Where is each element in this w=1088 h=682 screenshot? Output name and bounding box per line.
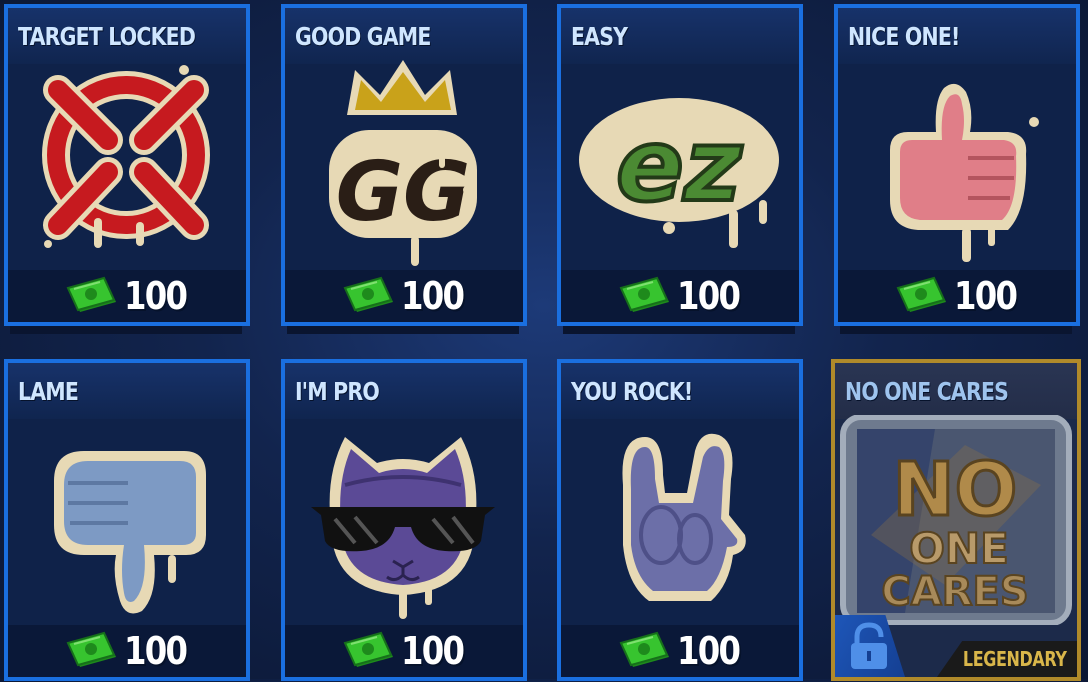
- price-label: 100: [124, 629, 188, 673]
- cool-cat-spray-icon: [285, 415, 523, 625]
- spray-card-lame[interactable]: LAME 100: [4, 359, 250, 681]
- cash-icon: [896, 276, 950, 316]
- price-bar: 100: [838, 270, 1076, 322]
- thumbs-up-spray-icon: [838, 60, 1076, 270]
- card-header: NO ONE CARES: [835, 363, 1077, 419]
- svg-text:ez: ez: [616, 107, 743, 224]
- spray-card-good-game[interactable]: GOOD GAME GG 100: [281, 4, 527, 326]
- svg-text:CARES: CARES: [881, 569, 1028, 615]
- gg-crown-spray-icon: GG: [285, 60, 523, 270]
- cash-icon: [619, 276, 673, 316]
- spray-card-target-locked[interactable]: TARGET LOCKED 100: [4, 4, 250, 326]
- price-bar: 100: [285, 625, 523, 677]
- no-one-cares-spray-icon: NO ONE CARES: [835, 415, 1077, 625]
- card-header: YOU ROCK!: [561, 363, 799, 419]
- spray-card-no-one-cares[interactable]: NO ONE CARES NO ONE CARES LEGENDARY: [831, 359, 1081, 681]
- spray-card-you-rock[interactable]: YOU ROCK! 100: [557, 359, 803, 681]
- price-label: 100: [677, 274, 741, 318]
- card-title: EASY: [571, 22, 628, 51]
- price-bar: 100: [285, 270, 523, 322]
- card-title: NICE ONE!: [848, 22, 960, 51]
- card-header: I'M PRO: [285, 363, 523, 419]
- price-bar: 100: [8, 270, 246, 322]
- price-label: 100: [954, 274, 1018, 318]
- card-header: LAME: [8, 363, 246, 419]
- spray-card-nice-one[interactable]: NICE ONE! 100: [834, 4, 1080, 326]
- rarity-label: LEGENDARY: [963, 647, 1067, 671]
- price-bar: 100: [561, 270, 799, 322]
- price-label: 100: [677, 629, 741, 673]
- cash-icon: [619, 631, 673, 671]
- card-title: YOU ROCK!: [571, 377, 693, 406]
- card-title: NO ONE CARES: [845, 377, 1009, 406]
- card-header: NICE ONE!: [838, 8, 1076, 64]
- card-header: GOOD GAME: [285, 8, 523, 64]
- card-title: LAME: [18, 377, 79, 406]
- svg-text:NO: NO: [893, 447, 1018, 533]
- cash-icon: [66, 276, 120, 316]
- rarity-badge: LEGENDARY: [937, 641, 1077, 677]
- price-bar: 100: [8, 625, 246, 677]
- price-label: 100: [401, 629, 465, 673]
- price-bar: 100: [561, 625, 799, 677]
- crosshair-spray-icon: [8, 60, 246, 270]
- card-title: TARGET LOCKED: [18, 22, 196, 51]
- svg-text:GG: GG: [336, 145, 471, 240]
- thumbs-down-spray-icon: [8, 415, 246, 625]
- cash-icon: [343, 276, 397, 316]
- card-header: EASY: [561, 8, 799, 64]
- ez-spray-icon: ez: [561, 60, 799, 270]
- svg-text:ONE: ONE: [909, 524, 1009, 573]
- spray-card-easy[interactable]: EASY ez 100: [557, 4, 803, 326]
- spray-card-im-pro[interactable]: I'M PRO 100: [281, 359, 527, 681]
- cash-icon: [343, 631, 397, 671]
- cash-icon: [66, 631, 120, 671]
- price-label: 100: [401, 274, 465, 318]
- price-label: 100: [124, 274, 188, 318]
- rock-hand-spray-icon: [561, 415, 799, 625]
- card-title: GOOD GAME: [295, 22, 431, 51]
- card-title: I'M PRO: [295, 377, 380, 406]
- card-header: TARGET LOCKED: [8, 8, 246, 64]
